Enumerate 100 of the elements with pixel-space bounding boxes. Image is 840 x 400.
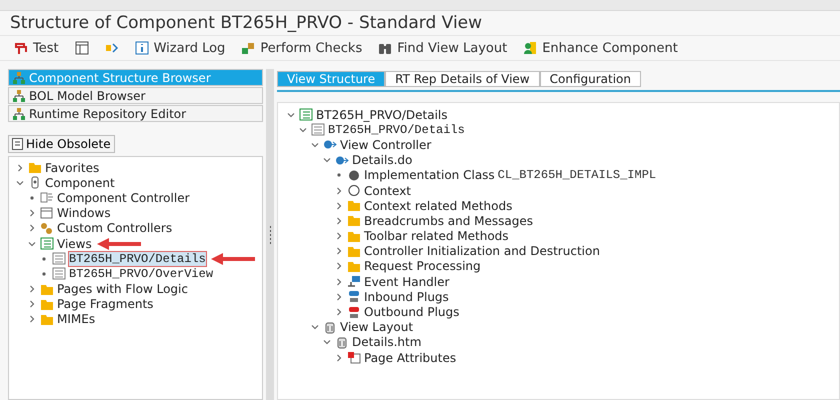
tree-item[interactable]: Views: [57, 236, 92, 251]
tab[interactable]: RT Rep Details of View: [385, 71, 540, 87]
expand-chevron-icon[interactable]: [28, 285, 36, 294]
expand-chevron-icon[interactable]: [335, 262, 343, 270]
collapse-chevron-icon[interactable]: [287, 110, 295, 119]
window-icon: [40, 206, 54, 220]
jar-icon: [323, 320, 337, 334]
folder-icon: [347, 260, 361, 273]
expand-chevron-icon[interactable]: [28, 224, 36, 232]
bullet-icon: [42, 256, 46, 261]
tree-item[interactable]: Breadcrumbs and Messages: [364, 214, 534, 228]
collapse-chevron-icon[interactable]: [323, 338, 331, 346]
toolbar-icon-button[interactable]: [74, 41, 89, 55]
expand-chevron-icon[interactable]: [28, 300, 36, 308]
tree-item[interactable]: Implementation Class: [364, 168, 495, 182]
expand-chevron-icon[interactable]: [335, 278, 343, 286]
hierarchy-icon: [13, 108, 25, 120]
tree-item[interactable]: Request Processing: [364, 259, 481, 274]
toolbar-button[interactable]: Perform Checks: [241, 40, 362, 56]
tree-item[interactable]: Component Controller: [57, 190, 190, 205]
expand-chevron-icon[interactable]: [28, 315, 36, 324]
toolbar-button[interactable]: Test: [14, 40, 59, 56]
layout-icon: [74, 41, 89, 55]
bullet-icon: [30, 196, 34, 200]
class-name: CL_BT265H_DETAILS_IMPL: [498, 168, 656, 182]
expand-chevron-icon[interactable]: [335, 186, 343, 195]
tab[interactable]: Configuration: [540, 71, 642, 87]
tree-item[interactable]: Inbound Plugs: [364, 290, 449, 304]
tree-item[interactable]: Outbound Plugs: [364, 305, 460, 320]
expand-chevron-icon[interactable]: [335, 308, 343, 316]
checks-icon: [241, 41, 256, 55]
bullet-icon: [42, 272, 46, 276]
folder-icon: [347, 214, 361, 228]
toolbar-button[interactable]: Enhance Component: [523, 40, 678, 56]
expand-chevron-icon[interactable]: [335, 354, 343, 362]
tree-item[interactable]: View Layout: [340, 320, 414, 334]
tree-item[interactable]: Windows: [57, 206, 111, 220]
hide-obsolete-button[interactable]: Hide Obsolete: [8, 135, 115, 153]
hierarchy-icon: [13, 72, 25, 84]
folder-icon: [347, 244, 361, 258]
tree-item[interactable]: View Controller: [340, 138, 432, 152]
tree-item[interactable]: MIMEs: [57, 312, 96, 326]
tree-item[interactable]: Details.htm: [352, 335, 422, 350]
tree-item[interactable]: Controller Initialization and Destruction: [364, 244, 600, 258]
folder-icon: [347, 230, 361, 243]
folder-icon: [40, 282, 54, 296]
list-icon: [12, 138, 23, 150]
controller-icon: [40, 191, 54, 204]
expand-chevron-icon[interactable]: [335, 216, 343, 225]
tree-item[interactable]: Event Handler: [364, 274, 450, 289]
tree-item[interactable]: Favorites: [45, 160, 100, 175]
view-icon: [52, 252, 66, 266]
expand-chevron-icon[interactable]: [335, 292, 343, 301]
tree-item[interactable]: Page Attributes: [364, 350, 456, 365]
tree-item[interactable]: Details.do: [352, 153, 412, 168]
flow-icon: [104, 41, 119, 55]
info-icon: [134, 41, 149, 55]
collapse-chevron-icon[interactable]: [323, 156, 331, 164]
collapse-chevron-icon[interactable]: [16, 178, 24, 187]
collapse-chevron-icon[interactable]: [311, 140, 319, 149]
controller-arrow-icon: [323, 138, 337, 152]
view-icon: [52, 267, 66, 280]
test-icon: [14, 41, 28, 55]
tree-item[interactable]: Custom Controllers: [57, 221, 172, 236]
tree-item[interactable]: BT265H_PRVO/Details: [328, 122, 465, 137]
splitter-handle[interactable]: [266, 69, 274, 400]
expand-chevron-icon[interactable]: [335, 202, 343, 210]
collapse-chevron-icon[interactable]: [28, 240, 36, 248]
view-list-icon: [40, 237, 54, 250]
view-list-icon: [299, 108, 313, 122]
person-icon: [523, 41, 538, 55]
toolbar-button[interactable]: Wizard Log: [134, 40, 226, 56]
expand-chevron-icon[interactable]: [335, 247, 343, 256]
view-icon: [311, 123, 325, 136]
page-attributes-icon: [347, 351, 361, 364]
window-title: Structure of Component BT265H_PRVO - Standard View: [9, 12, 484, 35]
toolbar-button[interactable]: Find View Layout: [378, 40, 508, 56]
hierarchy-icon: [13, 90, 25, 102]
tree-item[interactable]: Context: [364, 184, 412, 198]
expand-chevron-icon[interactable]: [16, 164, 24, 172]
tree-item[interactable]: BT265H_PRVO/Details: [316, 108, 448, 122]
tree-item[interactable]: Component: [45, 176, 115, 190]
collapse-chevron-icon[interactable]: [299, 126, 307, 134]
tree-item[interactable]: Toolbar related Methods: [364, 229, 509, 244]
folder-icon: [347, 199, 361, 212]
bullet-icon: [337, 173, 341, 178]
toolbar-icon-button[interactable]: [104, 41, 119, 55]
inbound-plug-icon: [347, 290, 361, 304]
navigation-button[interactable]: Runtime Repository Editor: [8, 105, 263, 122]
expand-chevron-icon[interactable]: [335, 232, 343, 240]
tree-item[interactable]: Page Fragments: [57, 297, 154, 312]
tree-item[interactable]: BT265H_PRVO/Details: [69, 252, 206, 266]
ball-icon: [347, 168, 361, 182]
tree-item[interactable]: Pages with Flow Logic: [57, 282, 188, 296]
expand-chevron-icon[interactable]: [28, 209, 36, 218]
tree-item[interactable]: Context related Methods: [364, 198, 512, 213]
navigation-button[interactable]: BOL Model Browser: [8, 87, 263, 104]
binoculars-icon: [378, 41, 392, 55]
collapse-chevron-icon[interactable]: [311, 323, 319, 332]
tree-item[interactable]: BT265H_PRVO/OverView: [69, 266, 214, 281]
